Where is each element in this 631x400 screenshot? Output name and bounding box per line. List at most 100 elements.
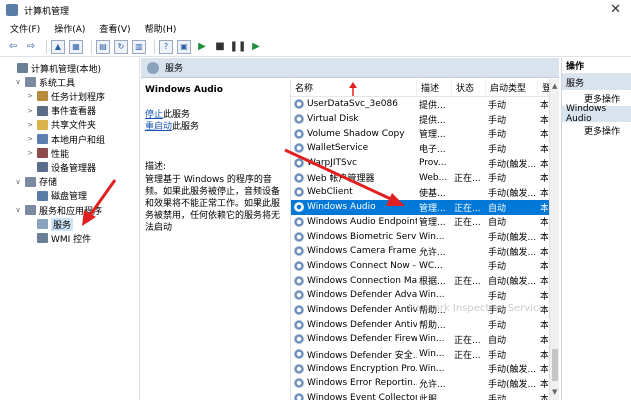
tree-item[interactable]: > 性能 [26,146,69,160]
expanded-chevron-icon[interactable]: ∨ [14,178,22,186]
start-service-icon[interactable]: ▶ [195,40,209,54]
tree-item[interactable]: > 任务计划程序 [26,89,105,103]
tree-item-label: 计算机管理(本地) [31,64,102,75]
service-login-cell: 本 [538,127,548,140]
collapsed-chevron-icon[interactable]: > [26,149,34,157]
refresh-icon[interactable]: ↻ [114,39,128,54]
tree-item[interactable]: ∨ 存储 [14,175,57,189]
service-name: Windows Error Reportin... [307,378,417,389]
service-status-cell: 正在... [454,203,481,214]
service-login-cell: 本 [538,392,548,400]
service-status-cell: 正在... [454,277,481,288]
service-row[interactable]: Windows Audio 管理... 正在... 自动 本 [291,199,549,215]
stop-service-icon[interactable]: ■ [213,40,227,54]
service-row[interactable]: Windows Defender Antivi...帮助... 手动 本 [291,317,549,332]
resume-service-icon[interactable]: ▶ [249,40,263,54]
close-window-button[interactable]: ✕ [610,2,621,17]
forward-arrow-icon[interactable]: ⇨ [24,40,38,54]
menu-action[interactable]: 操作(A) [54,22,85,35]
service-row[interactable]: Windows Defender Firew...Win... 正在... 自动 本 [291,332,549,347]
help-icon[interactable]: ? [159,39,173,54]
expanded-chevron-icon[interactable]: ∨ [14,206,22,214]
list-vertical-scrollbar[interactable]: ▲ ▼ [549,79,559,400]
tree-item[interactable]: 磁盘管理 [26,189,87,203]
column-header-name[interactable]: 名称 [291,79,417,96]
services-gear-icon [147,61,159,74]
actions-section-windows-audio[interactable]: Windows Audio [562,104,631,124]
tree-item[interactable]: > 事件查看器 [26,104,96,118]
service-row[interactable]: WalletService 电子... 手动 本 [291,141,549,156]
service-row[interactable]: Windows Defender 安全...Win... 正在... 手动 本 [291,347,549,362]
scroll-down-arrow-icon[interactable]: ▼ [552,388,557,396]
scroll-thumb[interactable] [552,349,558,381]
expanded-chevron-icon[interactable]: ∨ [14,78,22,86]
column-header-startup-type[interactable]: 启动类型 [486,79,538,96]
export-list-icon[interactable]: ▥ [132,39,146,54]
back-arrow-icon[interactable]: ⇦ [6,40,20,54]
service-gear-icon [294,99,304,110]
tree-item[interactable]: 设备管理器 [26,160,96,174]
pause-service-icon[interactable]: ❚❚ [230,40,247,54]
service-row[interactable]: Windows Event Collector此服... 手动 本 [291,391,549,400]
service-name-cell: Windows Event Collector [291,393,417,400]
service-row[interactable]: Windows Camera Frame ...允许... 手动(触发...本 [291,244,549,259]
tree-item[interactable]: > 本地用户和组 [26,132,105,146]
tree-item[interactable]: 服务 [26,217,74,231]
tree-item[interactable]: ∨ 服务和应用程序 [14,203,102,217]
service-gear-icon [294,231,304,242]
service-gear-icon [294,128,304,139]
service-row[interactable]: WarpJITSvc Prov... 手动(触发...本 [291,156,549,171]
stop-service-link[interactable]: 停止 [145,110,163,120]
tree-item[interactable]: WMI 控件 [26,231,91,245]
more-actions-windows-audio[interactable]: 更多操作 [562,122,631,138]
column-header-status[interactable]: 状态 [452,79,486,96]
service-row[interactable]: Windows Error Reportin...允许... 手动(触发...本 [291,376,549,391]
service-row[interactable]: Web 帐户管理器 Web... 正在... 手动 本 [291,170,549,185]
menu-file[interactable]: 文件(F) [10,22,40,35]
service-name: Windows Defender Antivi... [307,304,417,315]
service-row[interactable]: Windows Audio Endpoint...管理... 正在... 自动 本 [291,215,549,230]
service-login-cell: 本 [538,157,548,170]
service-desc-cell: 提供... [419,100,446,111]
service-row[interactable]: Volume Shadow Copy 管理... 手动 本 [291,126,549,141]
collapsed-chevron-icon[interactable]: > [26,107,34,115]
collapsed-chevron-icon[interactable]: > [26,92,34,100]
service-row[interactable]: UserDataSvc_3e086 提供... 手动 本 [291,97,549,112]
service-gear-icon [294,187,304,198]
service-name: WarpJITSvc [307,158,358,169]
service-row[interactable]: Virtual Disk 提供... 手动 本 [291,112,549,127]
service-gear-icon [294,143,304,154]
tree-item[interactable]: ∨ 系统工具 [14,75,75,89]
tree-item[interactable]: 计算机管理(本地) [6,61,101,75]
column-header-log-on-as[interactable]: 登 [538,79,551,96]
collapsed-chevron-icon[interactable]: > [26,135,34,143]
column-header-description[interactable]: 描述 [417,79,452,96]
tree-item-label: 服务 [51,217,74,231]
service-row[interactable]: Windows Biometric Servic...Win... 手动(触发..… [291,229,549,244]
service-row[interactable]: WebClient 使基... 手动(触发...本 [291,185,549,200]
service-login-cell: 本 [538,333,548,346]
menu-view[interactable]: 查看(V) [99,22,130,35]
service-row[interactable]: Windows Encryption Pro...Win... 手动(触发...本 [291,361,549,376]
folder-up-icon[interactable]: ▲ [51,39,65,54]
service-row[interactable]: Windows Connect Now - ...WC... 手动 本 [291,259,549,274]
service-rows: UserDataSvc_3e086提供...手动本Virtual Disk提供.… [291,97,549,400]
tree-item-label: 磁盘管理 [51,192,88,203]
view-icon[interactable]: ▣ [177,39,191,54]
service-name: Windows Audio [307,202,376,213]
show-tree-icon[interactable]: ▦ [69,39,83,54]
tree-item[interactable]: > 共享文件夹 [26,118,96,132]
collapsed-chevron-icon[interactable]: > [26,121,34,129]
service-row[interactable]: Windows Connection Ma... 根据... 正在... 自动(触发.… [291,273,549,288]
service-desc-cell: WC... [419,260,443,271]
tree-node-icon [37,119,48,130]
tree-node-icon [37,134,48,144]
actions-section-services[interactable]: 服务 [562,74,631,90]
restart-service-link[interactable]: 重启动 [145,122,172,132]
menu-help[interactable]: 帮助(H) [145,22,177,35]
scroll-up-arrow-icon[interactable]: ▲ [552,82,557,90]
properties-icon[interactable]: ▤ [96,39,110,54]
services-header: 服务 [141,58,559,78]
service-row[interactable]: Windows Defender Adva...Win... 手动 本 [291,288,549,303]
service-name-cell: Windows Camera Frame ... [291,246,417,257]
